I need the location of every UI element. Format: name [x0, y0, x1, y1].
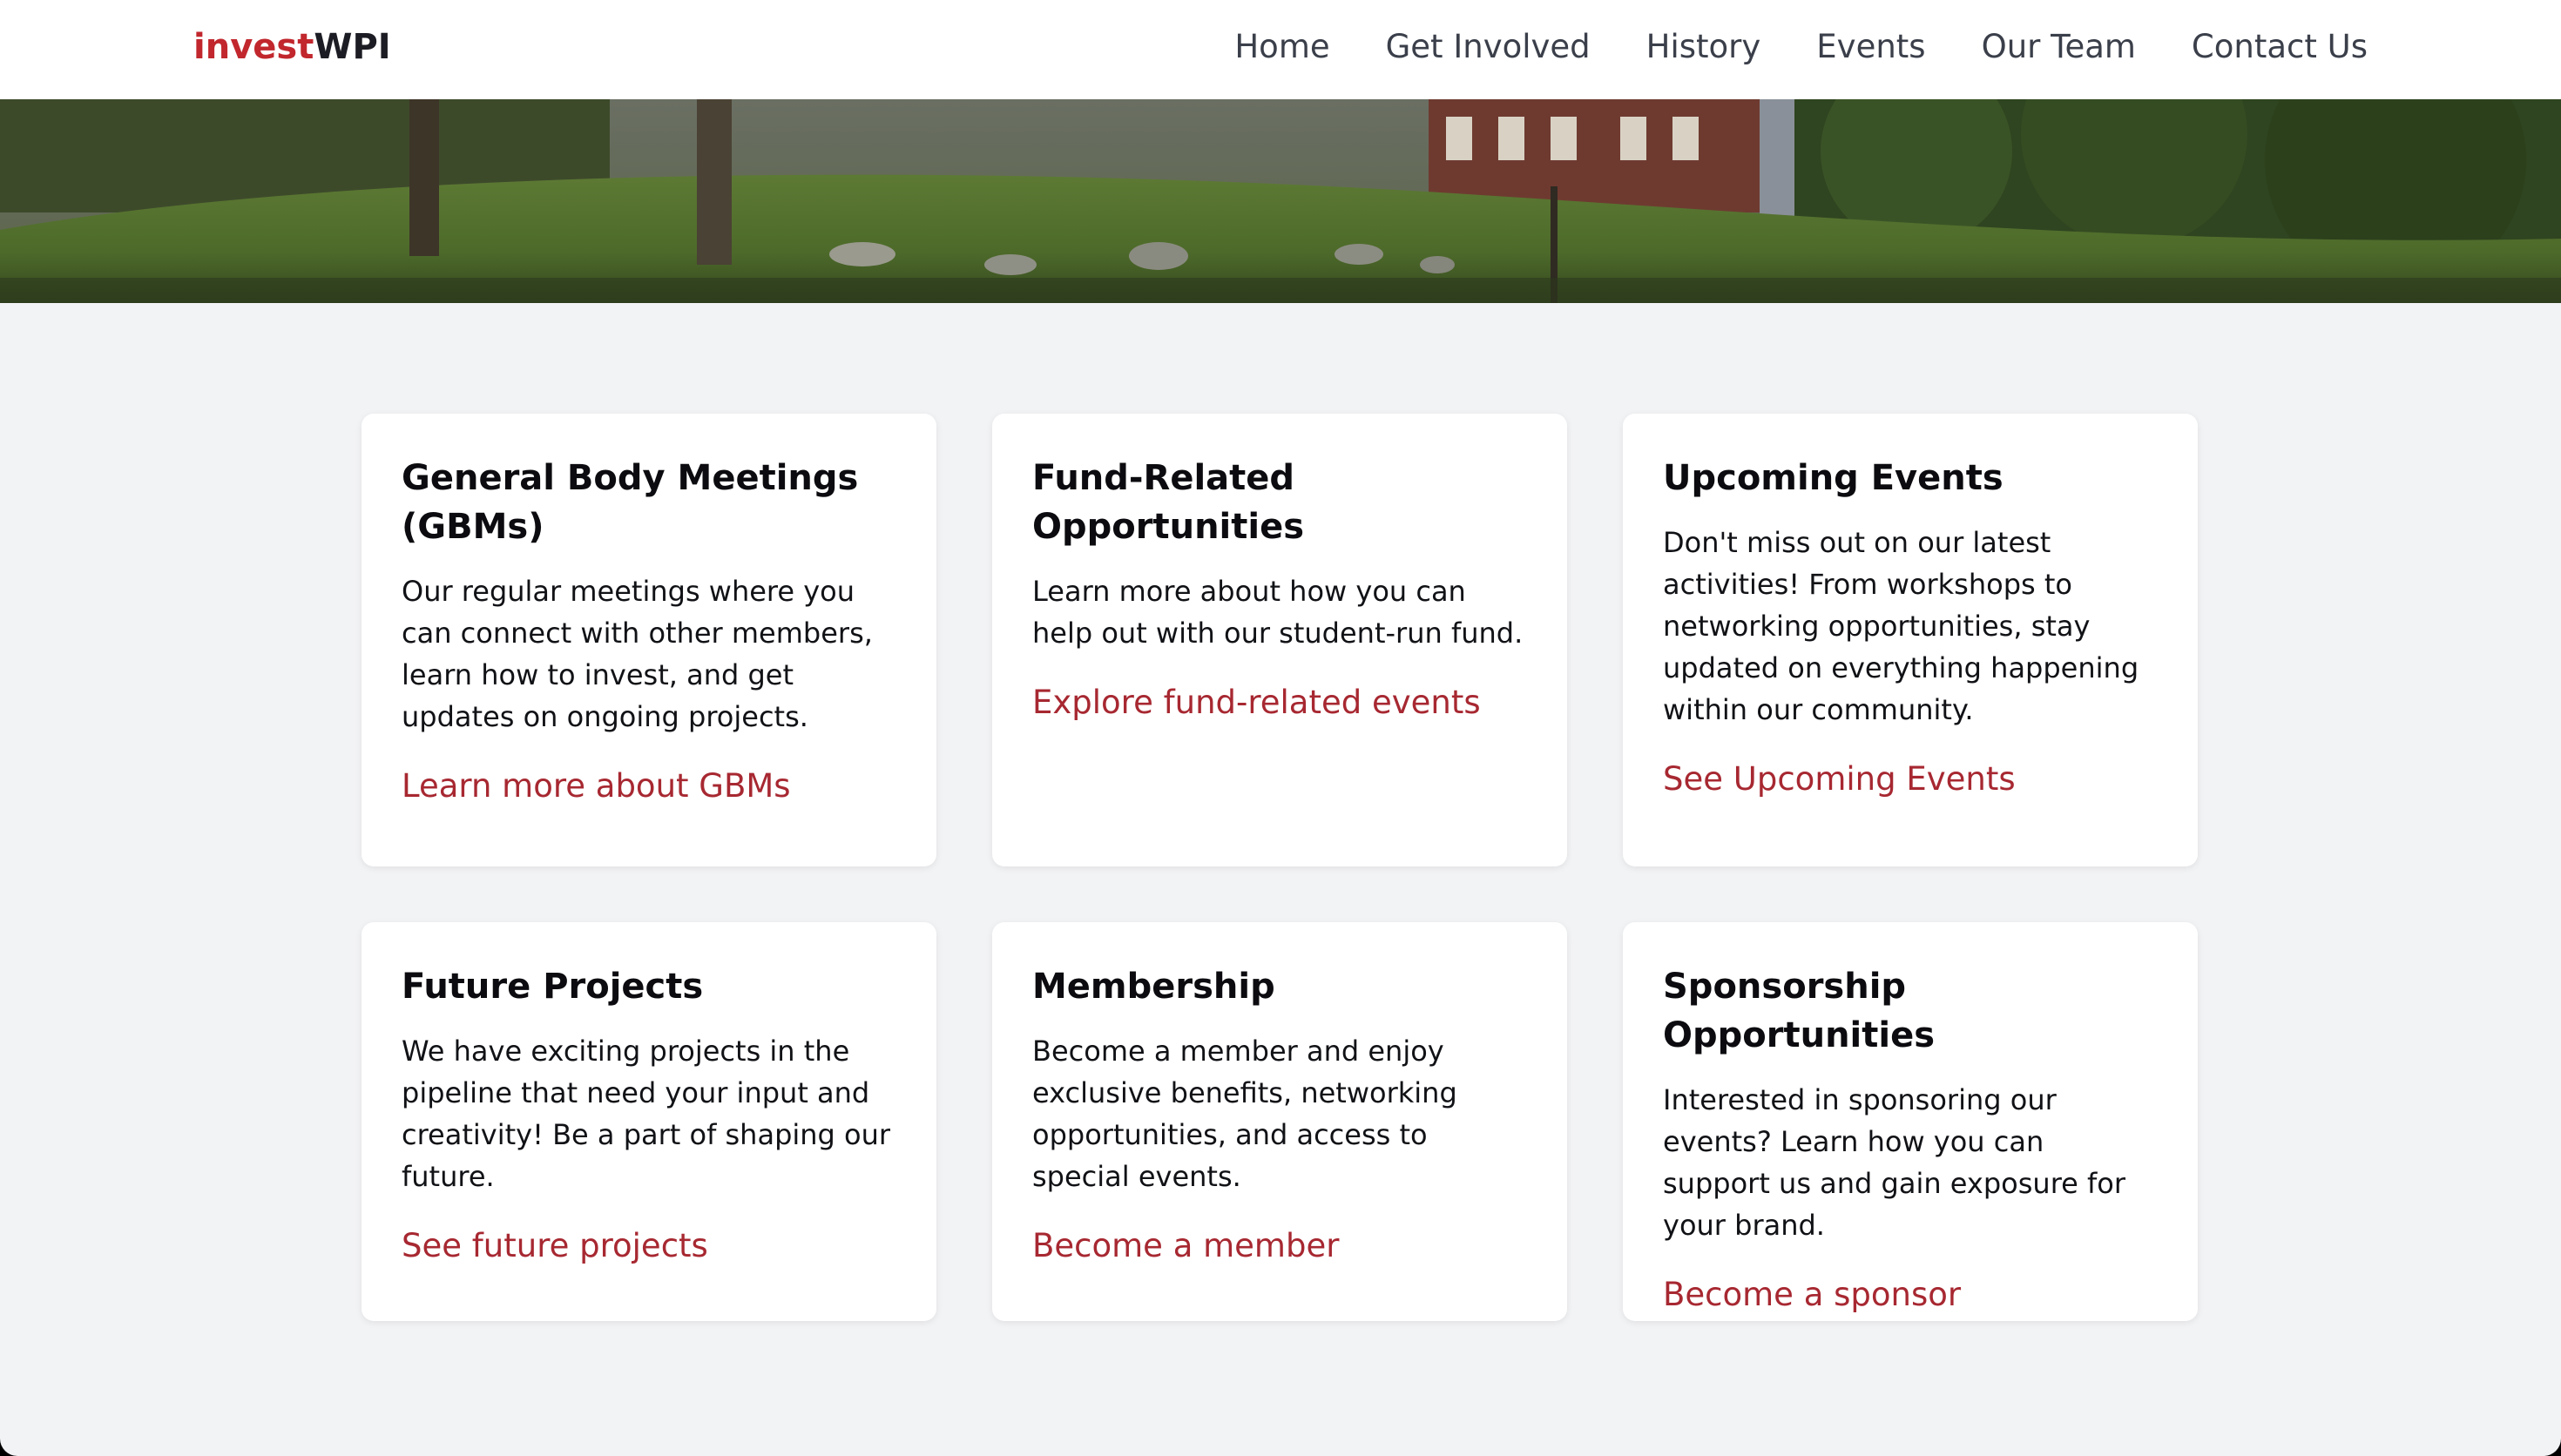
card-membership: Membership Become a member and enjoy exc…: [992, 922, 1567, 1321]
nav-home[interactable]: Home: [1234, 24, 1329, 70]
card-title: Upcoming Events: [1663, 458, 2004, 498]
card-description: Learn more about how you can help out wi…: [1032, 575, 1524, 650]
membership-link[interactable]: Become a member: [1032, 1223, 1339, 1269]
cards-grid: General Body Meetings (GBMs) Our regular…: [362, 414, 2199, 1321]
card-upcoming-events: Upcoming Events Don't miss out on our la…: [1623, 414, 2198, 866]
nav-history[interactable]: History: [1646, 24, 1761, 70]
nav-contact-us[interactable]: Contact Us: [2192, 24, 2368, 70]
logo-wpi-text: WPI: [314, 27, 391, 67]
card-description: Interested in sponsoring our events? Lea…: [1663, 1083, 2126, 1242]
card-title: Membership: [1032, 967, 1275, 1007]
page: investWPI Home Get Involved History Even…: [0, 0, 2561, 1456]
logo-invest-text: invest: [193, 27, 314, 67]
gbms-link[interactable]: Learn more about GBMs: [402, 764, 791, 809]
nav-our-team[interactable]: Our Team: [1982, 24, 2136, 70]
card-title: Fund-Related Opportunities: [1032, 458, 1305, 547]
card-title: Sponsorship Opportunities: [1663, 967, 1936, 1055]
card-sponsorship: Sponsorship Opportunities Interested in …: [1623, 922, 2198, 1321]
card-description: Our regular meetings where you can conne…: [402, 575, 873, 733]
card-title: Future Projects: [402, 967, 704, 1007]
card-gbms: General Body Meetings (GBMs) Our regular…: [362, 414, 936, 866]
main-nav: Home Get Involved History Events Our Tea…: [1234, 24, 2368, 70]
upcoming-events-link[interactable]: See Upcoming Events: [1663, 757, 2016, 802]
fund-events-link[interactable]: Explore fund-related events: [1032, 680, 1481, 725]
card-title: General Body Meetings (GBMs): [402, 458, 859, 547]
nav-get-involved[interactable]: Get Involved: [1386, 24, 1591, 70]
card-description: Become a member and enjoy exclusive bene…: [1032, 1035, 1457, 1193]
sponsor-link[interactable]: Become a sponsor: [1663, 1272, 1961, 1318]
site-header: investWPI Home Get Involved History Even…: [0, 0, 2561, 99]
nav-events[interactable]: Events: [1816, 24, 1925, 70]
site-logo[interactable]: investWPI: [193, 24, 391, 70]
card-description: We have exciting projects in the pipelin…: [402, 1035, 891, 1193]
hero-banner-image: [0, 99, 2561, 303]
future-projects-link[interactable]: See future projects: [402, 1223, 708, 1269]
card-future-projects: Future Projects We have exciting project…: [362, 922, 936, 1321]
card-fund-opportunities: Fund-Related Opportunities Learn more ab…: [992, 414, 1567, 866]
card-description: Don't miss out on our latest activities!…: [1663, 526, 2139, 726]
campus-lawn-illustration: [0, 99, 2561, 303]
